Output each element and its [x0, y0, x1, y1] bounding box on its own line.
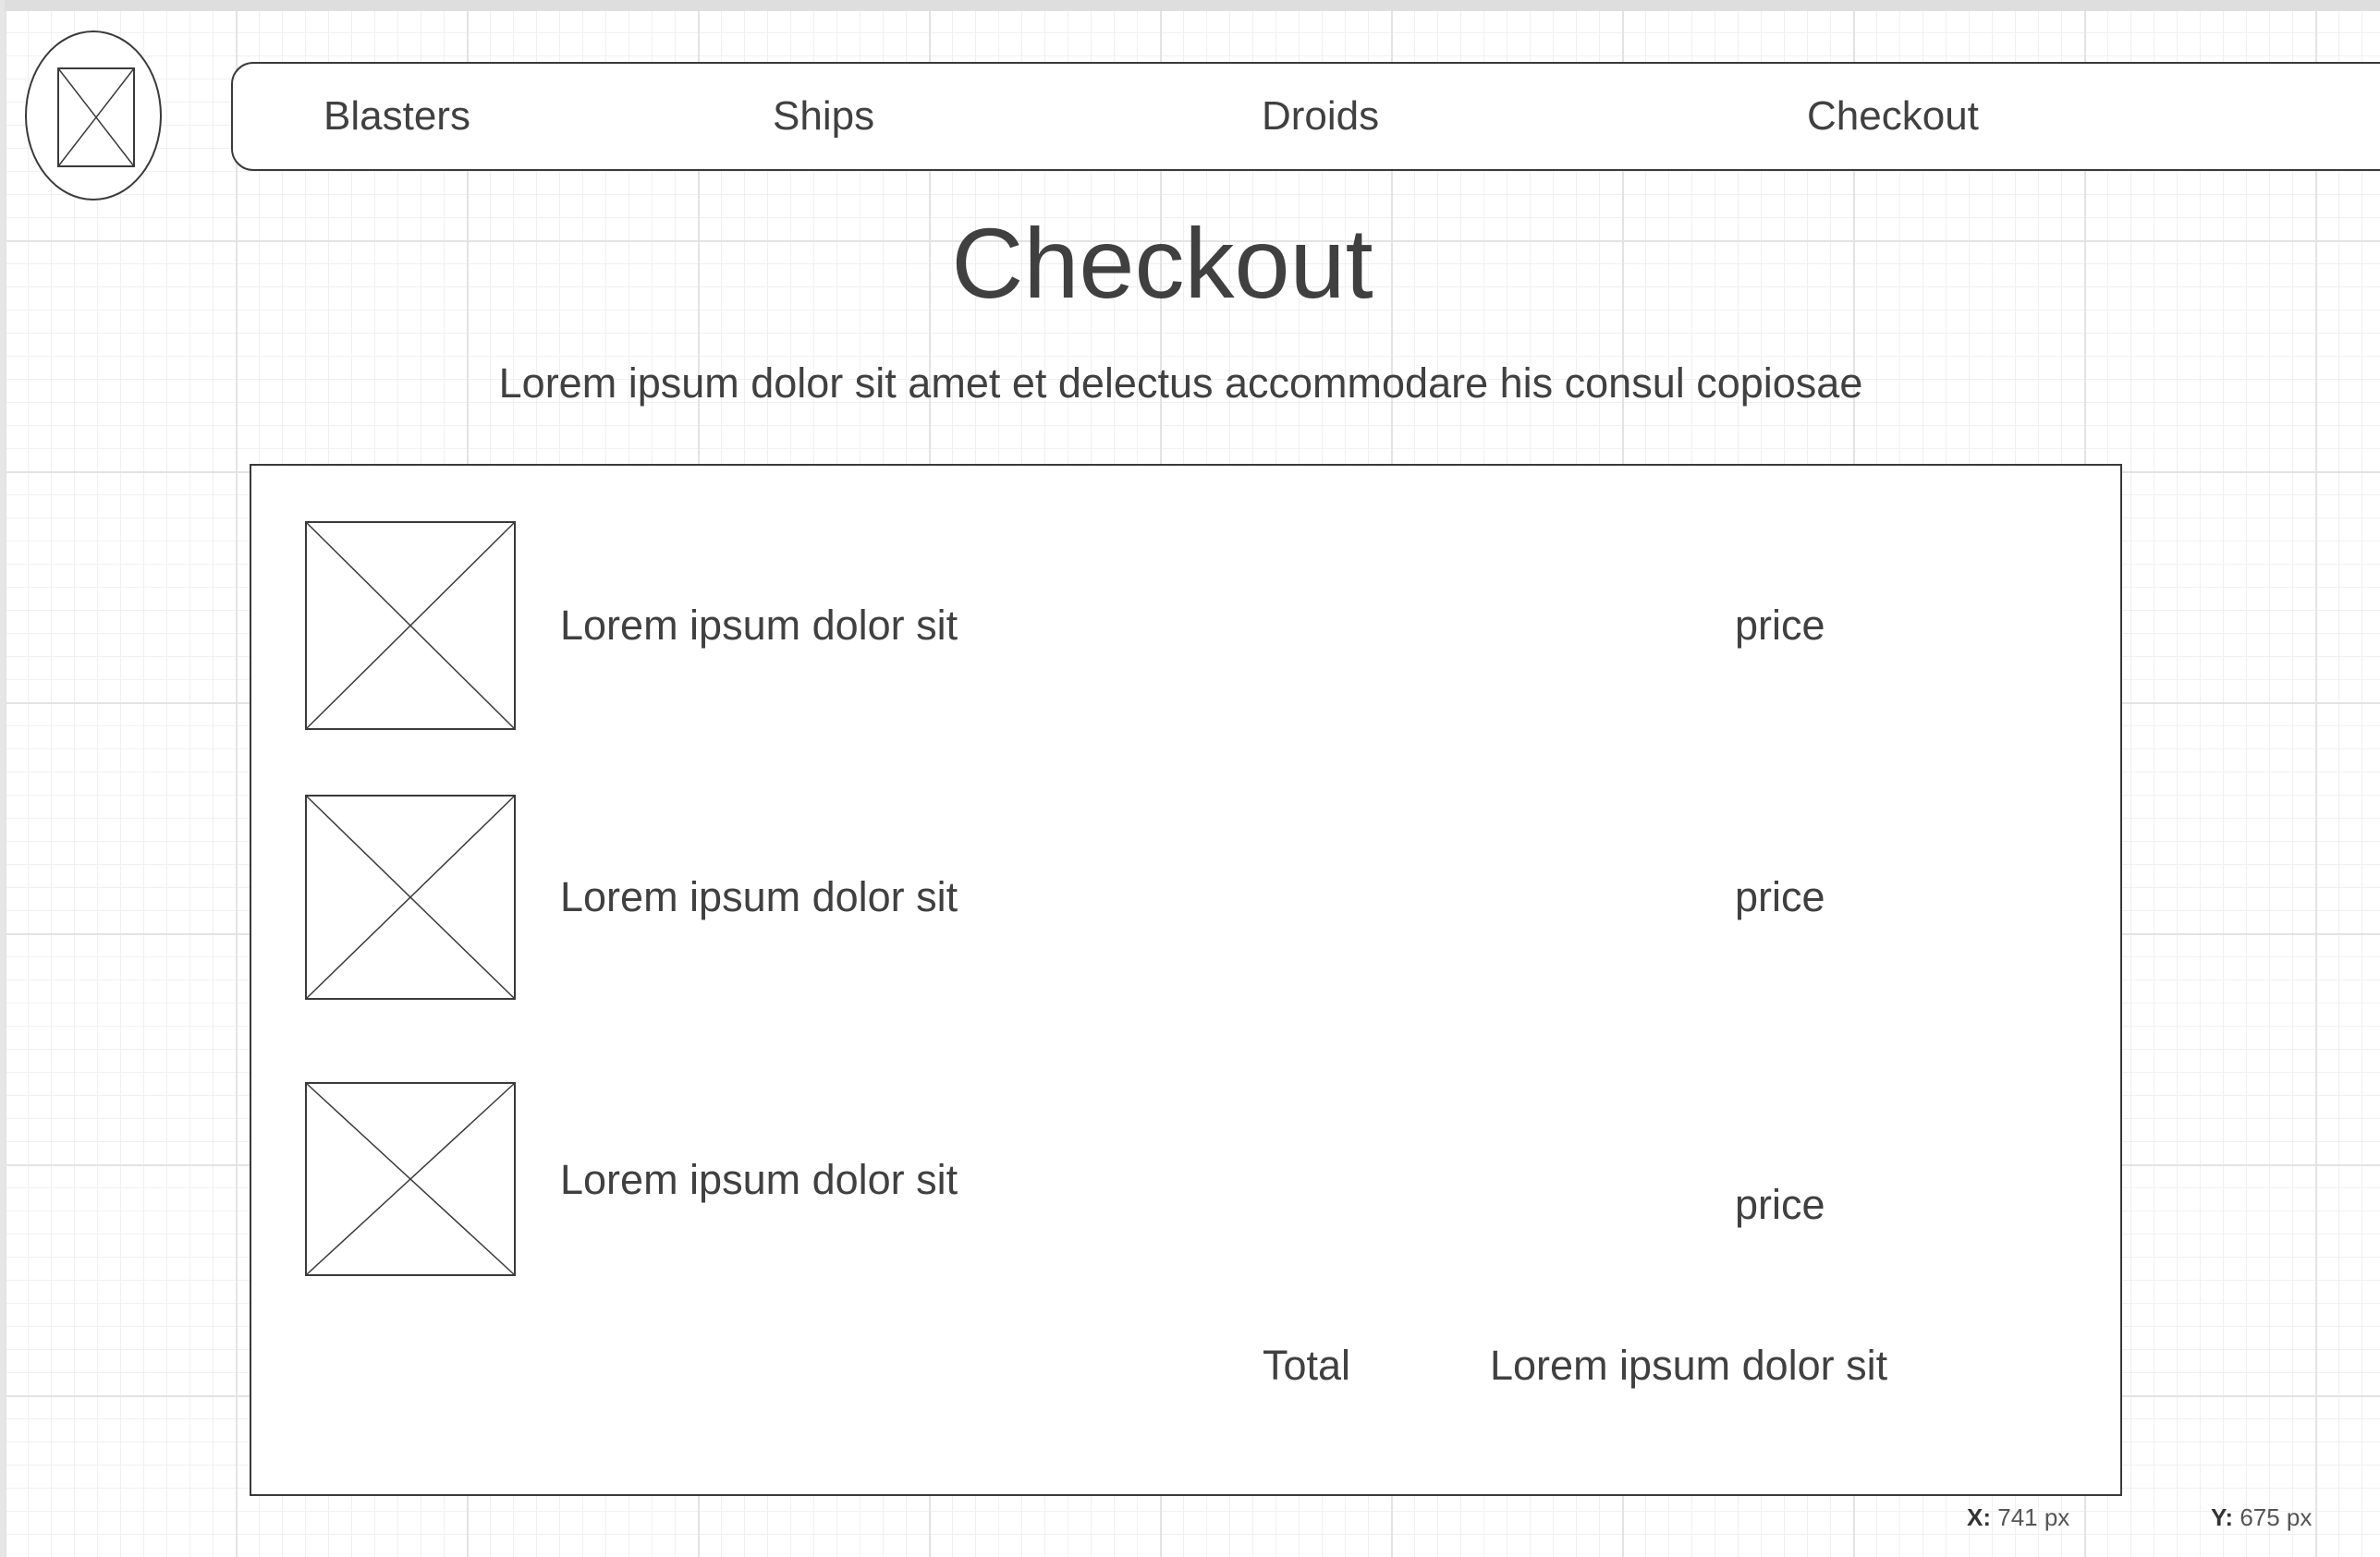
cursor-x-value: 741 px: [1997, 1503, 2070, 1531]
total-value: Lorem ipsum dolor sit: [1490, 1342, 1888, 1389]
logo[interactable]: [25, 30, 162, 201]
left-border: [0, 0, 5, 1557]
page-title: Checkout: [951, 207, 1373, 319]
cart-item-price: price: [1735, 1181, 1825, 1228]
cursor-x-label: X:: [1967, 1503, 1991, 1531]
image-placeholder-icon: [305, 795, 516, 1000]
cursor-y-value: 675 px: [2240, 1503, 2313, 1531]
total-label: Total: [1263, 1342, 1351, 1389]
cursor-y-label: Y:: [2211, 1503, 2234, 1531]
nav-item-droids[interactable]: Droids: [1262, 64, 1379, 169]
page-subtitle: Lorem ipsum dolor sit amet et delectus a…: [498, 359, 1863, 407]
top-border: [0, 0, 2380, 11]
cart-item-name: Lorem ipsum dolor sit: [560, 602, 958, 649]
image-placeholder-icon: [305, 521, 516, 730]
cart-item-name: Lorem ipsum dolor sit: [560, 1156, 958, 1203]
image-placeholder-icon: [57, 67, 135, 167]
nav-bar: Blasters Ships Droids Checkout: [231, 62, 2380, 171]
nav-item-blasters[interactable]: Blasters: [323, 64, 470, 169]
cart-item-name: Lorem ipsum dolor sit: [560, 873, 958, 920]
image-placeholder-icon: [305, 1082, 516, 1276]
nav-item-ships[interactable]: Ships: [773, 64, 874, 169]
cursor-x-readout: X: 741 px: [1967, 1499, 2069, 1536]
nav-item-checkout[interactable]: Checkout: [1807, 64, 1979, 169]
cart-item-price: price: [1735, 873, 1825, 920]
cart-item-price: price: [1735, 602, 1825, 649]
cursor-y-readout: Y: 675 px: [2211, 1499, 2312, 1536]
canvas: { "nav": { "items": [ {"label": "Blaster…: [0, 0, 2380, 1557]
cart-panel: Lorem ipsum dolor sit price Lorem ipsum …: [250, 464, 2122, 1496]
